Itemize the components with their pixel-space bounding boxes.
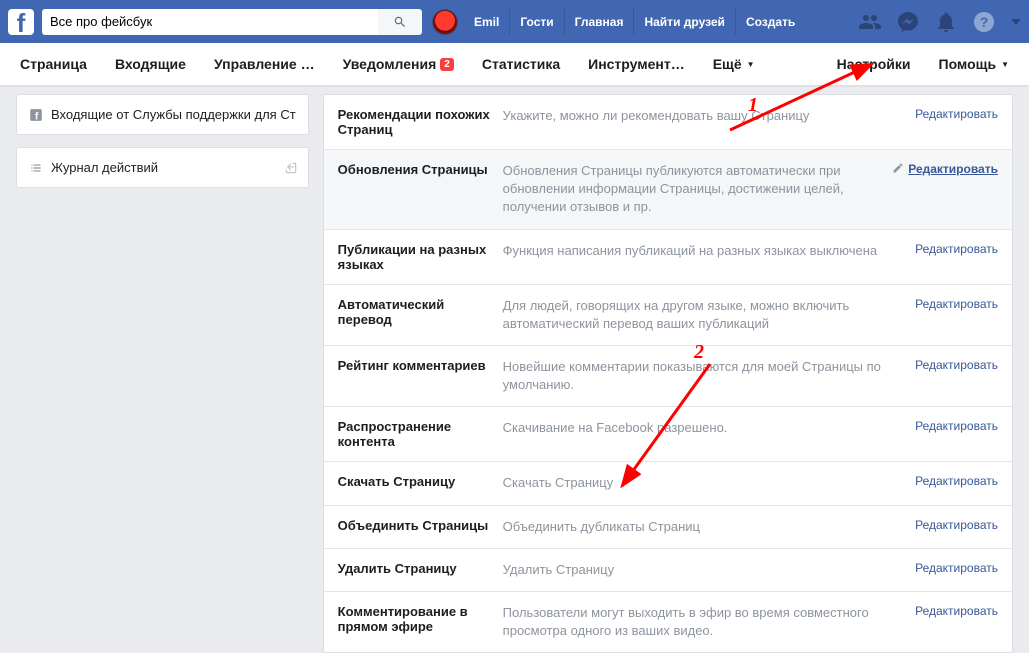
chevron-down-icon: ▼	[747, 60, 755, 69]
subnav-tools[interactable]: Инструмент…	[588, 56, 685, 72]
main-column: Рекомендации похожих СтраницУкажите, мож…	[323, 94, 1013, 653]
top-link-guests[interactable]: Гости	[509, 9, 563, 35]
edit-link[interactable]: Редактировать	[892, 162, 998, 217]
settings-row-label: Автоматический перевод	[338, 297, 503, 333]
enter-arrow-icon	[284, 161, 298, 175]
edit-link[interactable]: Редактировать	[915, 419, 998, 449]
svg-text:f: f	[35, 110, 39, 121]
settings-row-desc: Скачивание на Facebook разрешено.	[503, 419, 915, 449]
settings-list: Рекомендации похожих СтраницУкажите, мож…	[323, 94, 1013, 653]
pencil-icon	[892, 162, 904, 174]
settings-row[interactable]: Автоматический переводДля людей, говорящ…	[324, 284, 1012, 345]
top-link-find-friends[interactable]: Найти друзей	[633, 9, 734, 35]
settings-row[interactable]: Удалить СтраницуУдалить СтраницуРедактир…	[324, 548, 1012, 591]
messenger-icon[interactable]	[896, 10, 920, 34]
edit-link[interactable]: Редактировать	[915, 604, 998, 640]
top-link-create[interactable]: Создать	[735, 9, 805, 35]
settings-row-desc: Для людей, говорящих на другом языке, мо…	[503, 297, 915, 333]
edit-link[interactable]: Редактировать	[915, 518, 998, 536]
activity-log-card[interactable]: Журнал действий	[16, 147, 309, 188]
edit-link[interactable]: Редактировать	[915, 561, 998, 579]
support-inbox-card[interactable]: f Входящие от Службы поддержки для Ст	[16, 94, 309, 135]
subnav-page[interactable]: Страница	[20, 56, 87, 72]
settings-row-desc: Новейшие комментарии показываются для мо…	[503, 358, 915, 394]
settings-row-desc: Скачать Страницу	[503, 474, 915, 492]
edit-link[interactable]: Редактировать	[915, 474, 998, 492]
search-input[interactable]	[42, 9, 378, 35]
subnav-inbox[interactable]: Входящие	[115, 56, 186, 72]
settings-row-desc: Функция написания публикаций на разных я…	[503, 242, 915, 272]
search-wrapper	[42, 9, 422, 35]
subnav-notifications[interactable]: Уведомления2	[343, 56, 454, 72]
settings-row-label: Распространение контента	[338, 419, 503, 449]
chevron-down-icon: ▼	[1001, 60, 1009, 69]
edit-link[interactable]: Редактировать	[915, 242, 998, 272]
page-subnav: Страница Входящие Управление … Уведомлен…	[0, 43, 1029, 86]
settings-row[interactable]: Скачать СтраницуСкачать СтраницуРедактир…	[324, 461, 1012, 504]
page-body: f Входящие от Службы поддержки для Ст Жу…	[0, 86, 1029, 653]
subnav-help[interactable]: Помощь▼	[939, 56, 1010, 72]
edit-link[interactable]: Редактировать	[915, 358, 998, 394]
help-icon[interactable]: ?	[972, 10, 996, 34]
svg-text:?: ?	[980, 14, 989, 30]
bell-icon[interactable]	[934, 10, 958, 34]
facebook-square-icon: f	[29, 108, 43, 122]
settings-row-desc: Объединить дубликаты Страниц	[503, 518, 915, 536]
settings-row-label: Комментирование в прямом эфире	[338, 604, 503, 640]
settings-row[interactable]: Публикации на разных языкахФункция напис…	[324, 229, 1012, 284]
friends-icon[interactable]	[858, 10, 882, 34]
settings-row[interactable]: Рекомендации похожих СтраницУкажите, мож…	[324, 95, 1012, 149]
settings-row-desc: Обновления Страницы публикуются автомати…	[503, 162, 893, 217]
settings-row[interactable]: Рейтинг комментариевНовейшие комментарии…	[324, 345, 1012, 406]
account-caret-icon[interactable]	[1011, 19, 1021, 25]
settings-row-label: Рейтинг комментариев	[338, 358, 503, 394]
search-icon	[393, 15, 407, 29]
support-inbox-label: Входящие от Службы поддержки для Ст	[51, 107, 296, 122]
settings-row-desc: Удалить Страницу	[503, 561, 915, 579]
subnav-more[interactable]: Ещё▼	[713, 56, 755, 72]
subnav-settings[interactable]: Настройки	[837, 56, 911, 72]
annotation-label-2: 2	[694, 341, 704, 364]
settings-row-desc: Пользователи могут выходить в эфир во вр…	[503, 604, 915, 640]
avatar[interactable]	[432, 9, 458, 35]
annotation-label-1: 1	[748, 94, 758, 117]
left-column: f Входящие от Службы поддержки для Ст Жу…	[16, 94, 309, 653]
top-link-home[interactable]: Главная	[564, 9, 634, 35]
edit-link[interactable]: Редактировать	[915, 107, 998, 137]
subnav-insights[interactable]: Статистика	[482, 56, 560, 72]
list-icon	[29, 161, 43, 175]
user-name-link[interactable]: Emil	[464, 9, 509, 35]
edit-link[interactable]: Редактировать	[915, 297, 998, 333]
topbar: f Emil Гости Главная Найти друзей Создат…	[0, 0, 1029, 43]
notifications-badge: 2	[440, 58, 454, 71]
settings-row[interactable]: Объединить СтраницыОбъединить дубликаты …	[324, 505, 1012, 548]
settings-row-desc: Укажите, можно ли рекомендовать вашу Стр…	[503, 107, 915, 137]
settings-row[interactable]: Распространение контентаСкачивание на Fa…	[324, 406, 1012, 461]
settings-row[interactable]: Обновления СтраницыОбновления Страницы п…	[324, 149, 1012, 229]
settings-row-label: Удалить Страницу	[338, 561, 503, 579]
subnav-manage[interactable]: Управление …	[214, 56, 315, 72]
settings-row-label: Публикации на разных языках	[338, 242, 503, 272]
facebook-logo[interactable]: f	[8, 9, 34, 35]
activity-log-label: Журнал действий	[51, 160, 158, 175]
search-button[interactable]	[378, 9, 422, 35]
settings-row-label: Обновления Страницы	[338, 162, 503, 217]
settings-row[interactable]: Комментирование в прямом эфиреПользовате…	[324, 591, 1012, 652]
settings-row-label: Скачать Страницу	[338, 474, 503, 492]
settings-row-label: Рекомендации похожих Страниц	[338, 107, 503, 137]
settings-row-label: Объединить Страницы	[338, 518, 503, 536]
